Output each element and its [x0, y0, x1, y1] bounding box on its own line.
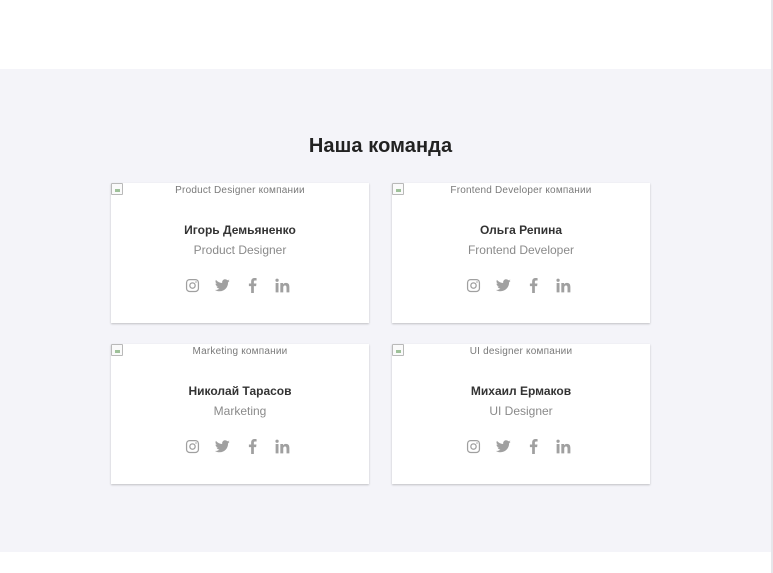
social-links — [111, 276, 369, 294]
member-role: Marketing — [213, 404, 267, 418]
linkedin-icon[interactable] — [554, 437, 572, 455]
member-name: Михаил Ермаков — [470, 384, 572, 398]
member-photo-alt: Marketing компании — [192, 346, 288, 357]
instagram-icon[interactable] — [183, 276, 201, 294]
team-card: Marketing компании Николай Тарасов Marke… — [111, 344, 369, 484]
twitter-icon[interactable] — [494, 437, 512, 455]
facebook-icon[interactable] — [524, 437, 542, 455]
member-name: Игорь Демьяненко — [184, 223, 296, 237]
member-name: Ольга Репина — [479, 223, 563, 237]
team-card: Frontend Developer компании Ольга Репина… — [392, 183, 650, 323]
member-photo-alt: Frontend Developer компании — [450, 185, 592, 196]
instagram-icon[interactable] — [183, 437, 201, 455]
instagram-icon[interactable] — [464, 437, 482, 455]
top-blank-area — [0, 0, 773, 69]
section-title: Наша команда — [308, 135, 453, 157]
bottom-blank-area — [0, 552, 773, 573]
team-card: Product Designer компании Игорь Демьянен… — [111, 183, 369, 323]
member-name: Николай Тарасов — [188, 384, 292, 398]
linkedin-icon[interactable] — [554, 276, 572, 294]
team-card: UI designer компании Михаил Ермаков UI D… — [392, 344, 650, 484]
facebook-icon[interactable] — [243, 437, 261, 455]
member-role: Product Designer — [193, 243, 287, 257]
member-photo-alt: UI designer компании — [469, 346, 573, 357]
linkedin-icon[interactable] — [273, 276, 291, 294]
social-links — [392, 276, 650, 294]
member-photo-alt: Product Designer компании — [175, 185, 305, 196]
member-role: UI Designer — [489, 404, 553, 418]
twitter-icon[interactable] — [213, 276, 231, 294]
facebook-icon[interactable] — [243, 276, 261, 294]
member-role: Frontend Developer — [467, 243, 575, 257]
instagram-icon[interactable] — [464, 276, 482, 294]
facebook-icon[interactable] — [524, 276, 542, 294]
social-links — [111, 437, 369, 455]
twitter-icon[interactable] — [213, 437, 231, 455]
linkedin-icon[interactable] — [273, 437, 291, 455]
social-links — [392, 437, 650, 455]
twitter-icon[interactable] — [494, 276, 512, 294]
